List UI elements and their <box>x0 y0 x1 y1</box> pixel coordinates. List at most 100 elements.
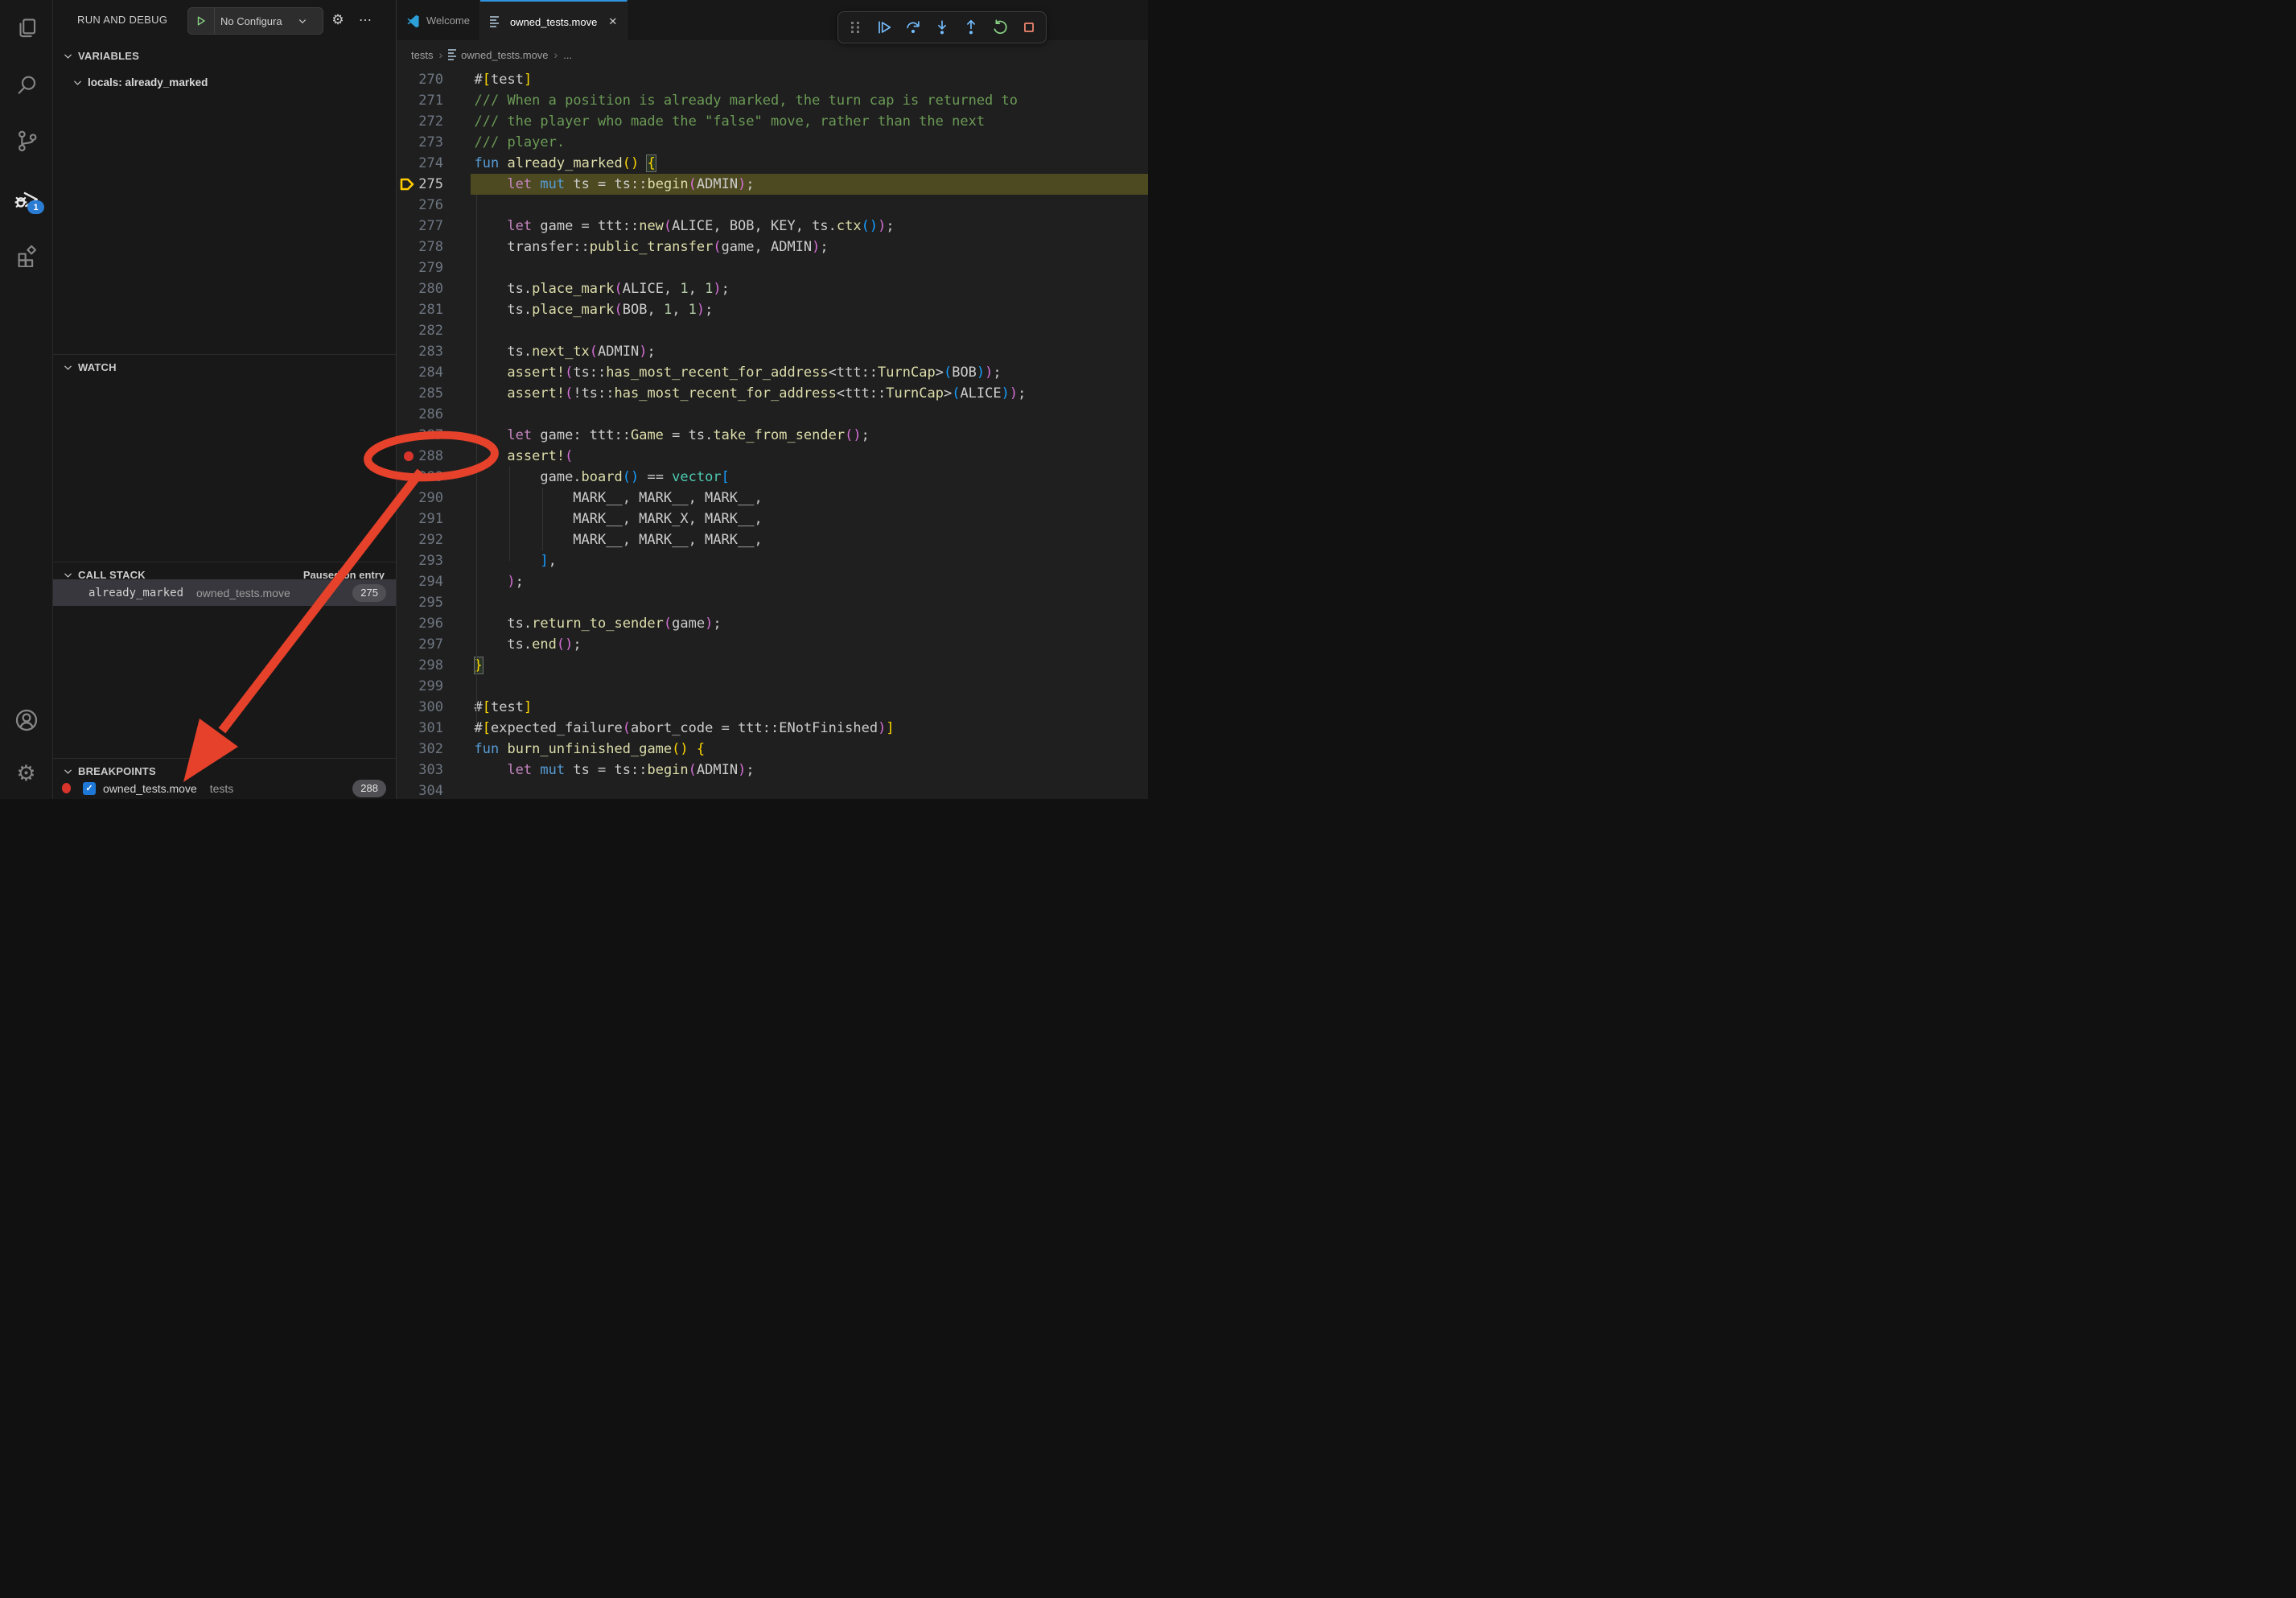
line-number[interactable]: 301 <box>397 718 443 739</box>
line-number[interactable]: 294 <box>397 571 443 592</box>
watch-section-header[interactable]: WATCH <box>53 354 396 379</box>
line-number[interactable]: 271 <box>397 90 443 111</box>
vscode-logo-icon <box>406 14 420 27</box>
line-number[interactable]: 284 <box>397 362 443 383</box>
line-number[interactable]: 293 <box>397 550 443 571</box>
line-number[interactable]: 276 <box>397 195 443 216</box>
line-number[interactable]: 292 <box>397 529 443 550</box>
start-debug-icon[interactable] <box>188 8 215 34</box>
step-over-icon[interactable] <box>901 15 925 39</box>
run-and-debug-icon[interactable]: 1 <box>0 177 52 217</box>
step-into-icon[interactable] <box>930 15 954 39</box>
code-line-304[interactable]: 304 <box>397 780 1148 799</box>
line-number[interactable]: 273 <box>397 132 443 153</box>
locals-scope-row[interactable]: locals: already_marked <box>53 71 396 93</box>
code-line-286[interactable]: 286 <box>397 404 1148 425</box>
line-number[interactable]: 289 <box>397 467 443 488</box>
line-number[interactable]: 280 <box>397 278 443 299</box>
line-number[interactable]: 302 <box>397 739 443 760</box>
code-line-284[interactable]: 284assert!(ts::has_most_recent_for_addre… <box>397 362 1148 383</box>
code-line-282[interactable]: 282 <box>397 320 1148 341</box>
code-line-271[interactable]: 271/// When a position is already marked… <box>397 90 1148 111</box>
explorer-icon[interactable] <box>0 8 52 48</box>
breadcrumb-file[interactable]: owned_tests.move <box>461 49 548 61</box>
code-line-294[interactable]: 294); <box>397 571 1148 592</box>
code-editor[interactable]: 270#[test]271/// When a position is alre… <box>397 69 1148 799</box>
step-out-icon[interactable] <box>959 15 983 39</box>
line-number[interactable]: 282 <box>397 320 443 341</box>
line-number[interactable]: 283 <box>397 341 443 362</box>
breakpoint-checkbox[interactable]: ✓ <box>83 782 96 795</box>
close-icon[interactable]: ✕ <box>608 15 617 28</box>
breadcrumb-symbol[interactable]: ... <box>563 49 572 61</box>
account-icon[interactable] <box>0 700 52 740</box>
code-line-279[interactable]: 279 <box>397 257 1148 278</box>
vscode-window: 1 ⚙ RUN AND DEBUG No Configura <box>0 0 1148 799</box>
code-text: let game: ttt::Game = ts.take_from_sende… <box>507 425 869 446</box>
code-line-270[interactable]: 270#[test] <box>397 69 1148 90</box>
line-number[interactable]: 272 <box>397 111 443 132</box>
line-number[interactable]: 285 <box>397 383 443 404</box>
line-number[interactable]: 275 <box>397 174 443 195</box>
line-number[interactable]: 277 <box>397 216 443 237</box>
line-number[interactable]: 288 <box>397 446 443 467</box>
line-number[interactable]: 304 <box>397 780 443 799</box>
extensions-icon[interactable] <box>0 235 52 275</box>
line-number[interactable]: 279 <box>397 257 443 278</box>
code-line-272[interactable]: 272/// the player who made the "false" m… <box>397 111 1148 132</box>
stack-frame-row[interactable]: already_marked owned_tests.move 275 <box>53 579 396 606</box>
breakpoint-row[interactable]: ✓ owned_tests.move tests 288 <box>53 777 396 799</box>
code-line-295[interactable]: 295 <box>397 592 1148 613</box>
continue-icon[interactable] <box>872 15 896 39</box>
code-line-280[interactable]: 280ts.place_mark(ALICE, 1, 1); <box>397 278 1148 299</box>
line-number[interactable]: 274 <box>397 153 443 174</box>
line-number[interactable]: 296 <box>397 613 443 634</box>
code-line-287[interactable]: 287 let game: ttt::Game = ts.take_from_se… <box>397 425 1148 446</box>
tab-owned-tests[interactable]: owned_tests.move ✕ <box>480 0 627 42</box>
line-number[interactable]: 287 <box>397 425 443 446</box>
code-line-297[interactable]: 297ts.end(); <box>397 634 1148 655</box>
code-line-288[interactable]: 288assert!( <box>397 446 1148 467</box>
line-number[interactable]: 270 <box>397 69 443 90</box>
code-line-274[interactable]: 274fun already_marked() { <box>397 153 1148 174</box>
code-line-283[interactable]: 283ts.next_tx(ADMIN); <box>397 341 1148 362</box>
variables-section-header[interactable]: VARIABLES <box>53 43 396 68</box>
tab-welcome[interactable]: Welcome <box>397 0 480 40</box>
stop-icon[interactable] <box>1017 15 1041 39</box>
code-line-299[interactable]: 299 <box>397 676 1148 697</box>
code-line-275[interactable]: 275let mut ts = ts::begin(ADMIN); <box>397 174 1148 195</box>
code-line-300[interactable]: 300#[test] <box>397 697 1148 718</box>
line-number[interactable]: 300 <box>397 697 443 718</box>
drag-grip-icon[interactable] <box>843 15 867 39</box>
search-icon[interactable] <box>0 64 52 105</box>
debug-settings-gear-icon[interactable]: ⚙ <box>328 10 348 30</box>
code-line-276[interactable]: 276 <box>397 195 1148 216</box>
code-line-273[interactable]: 273/// player. <box>397 132 1148 153</box>
source-control-icon[interactable] <box>0 121 52 161</box>
settings-gear-icon[interactable]: ⚙ <box>0 753 52 793</box>
more-actions-icon[interactable]: ⋯ <box>356 10 375 30</box>
line-number[interactable]: 295 <box>397 592 443 613</box>
line-number[interactable]: 286 <box>397 404 443 425</box>
line-number[interactable]: 299 <box>397 676 443 697</box>
code-line-302[interactable]: 302fun burn_unfinished_game() { <box>397 739 1148 760</box>
line-number[interactable]: 303 <box>397 760 443 780</box>
line-number[interactable]: 281 <box>397 299 443 320</box>
code-line-303[interactable]: 303let mut ts = ts::begin(ADMIN); <box>397 760 1148 780</box>
restart-icon[interactable] <box>988 15 1012 39</box>
code-line-301[interactable]: 301#[expected_failure(abort_code = ttt::… <box>397 718 1148 739</box>
debug-config-dropdown[interactable]: No Configura <box>187 7 323 35</box>
line-number[interactable]: 298 <box>397 655 443 676</box>
code-text: MARK__, MARK_X, MARK__, <box>573 509 762 529</box>
line-number[interactable]: 290 <box>397 488 443 509</box>
code-line-296[interactable]: 296ts.return_to_sender(game); <box>397 613 1148 634</box>
code-line-278[interactable]: 278transfer::public_transfer(game, ADMIN… <box>397 237 1148 257</box>
line-number[interactable]: 278 <box>397 237 443 257</box>
code-line-277[interactable]: 277let game = ttt::new(ALICE, BOB, KEY, … <box>397 216 1148 237</box>
line-number[interactable]: 291 <box>397 509 443 529</box>
line-number[interactable]: 297 <box>397 634 443 655</box>
code-line-281[interactable]: 281ts.place_mark(BOB, 1, 1); <box>397 299 1148 320</box>
code-line-285[interactable]: 285assert!(!ts::has_most_recent_for_addr… <box>397 383 1148 404</box>
breadcrumb-dir[interactable]: tests <box>411 49 433 61</box>
code-line-298[interactable]: 298} <box>397 655 1148 676</box>
